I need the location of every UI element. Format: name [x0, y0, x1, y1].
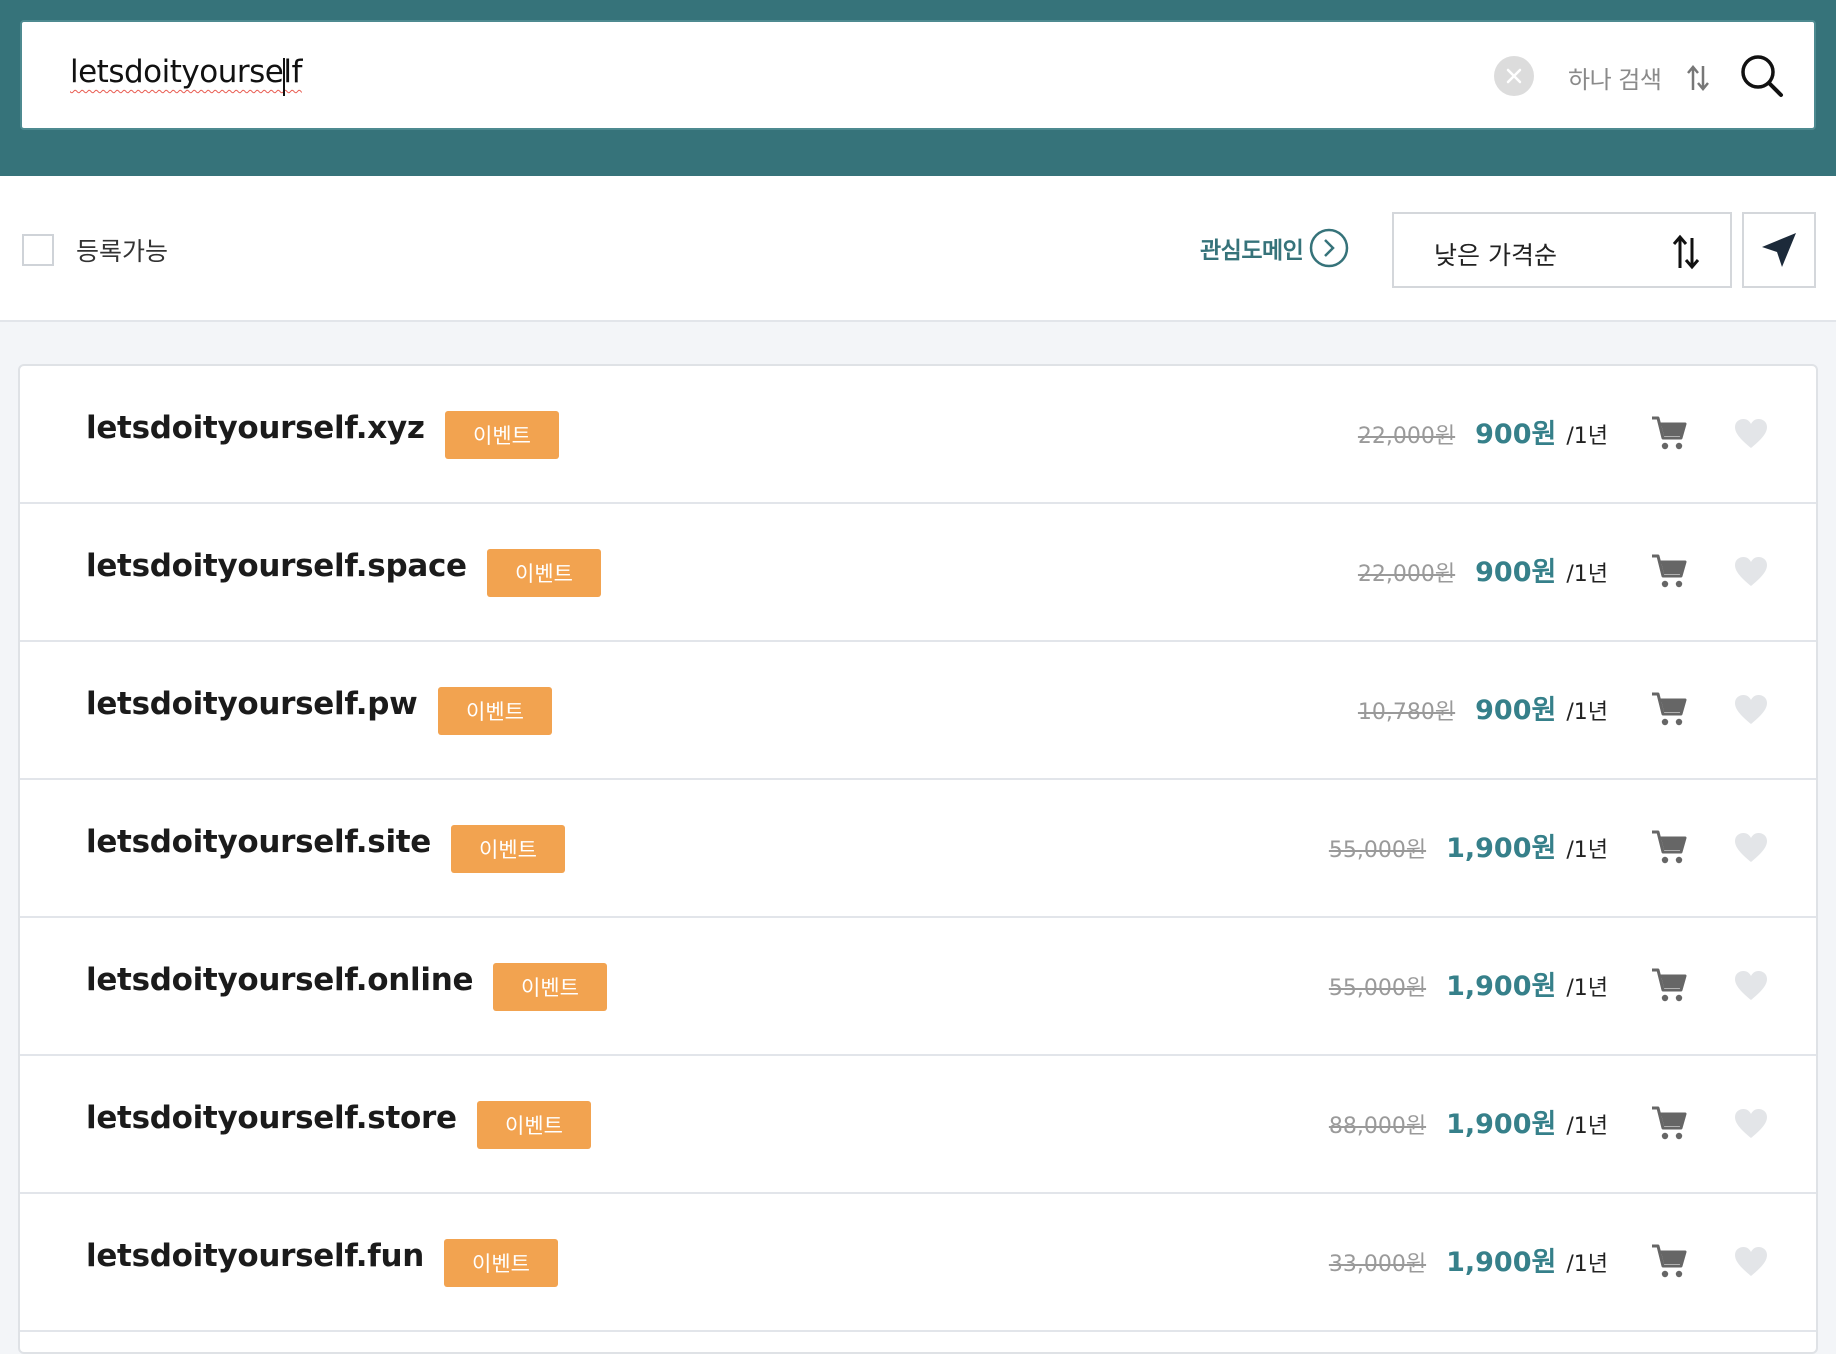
clear-search-button[interactable]: [1494, 56, 1534, 96]
swap-arrows-icon[interactable]: [1686, 64, 1710, 92]
price-group: 55,000원 1,900원 /1년: [1329, 964, 1608, 1003]
cart-icon[interactable]: [1650, 414, 1688, 452]
original-price: 55,000원: [1328, 976, 1427, 1001]
domain-name[interactable]: letsdoityourself.xyz: [86, 410, 425, 446]
heart-icon[interactable]: [1734, 694, 1768, 726]
price-group: 22,000원 900원 /1년: [1358, 550, 1608, 589]
original-price: 55,000원: [1328, 838, 1427, 863]
cart-icon[interactable]: [1650, 552, 1688, 590]
single-search-toggle[interactable]: 하나 검색: [1568, 60, 1662, 95]
price-group: 33,000원 1,900원 /1년: [1329, 1240, 1608, 1279]
cart-icon[interactable]: [1650, 828, 1688, 866]
share-button[interactable]: [1742, 212, 1816, 288]
event-badge: 이벤트: [444, 1239, 558, 1287]
domain-row[interactable]: letsdoityourself.xyz 이벤트 22,000원 900원 /1…: [20, 366, 1816, 504]
cart-icon[interactable]: [1650, 1104, 1688, 1142]
search-query-text[interactable]: letsdoityourself: [70, 54, 302, 90]
sort-selected-value: 낮은 가격순: [1434, 241, 1557, 270]
domain-name[interactable]: letsdoityourself.fun: [86, 1238, 424, 1274]
sale-price: 1,900원: [1446, 1247, 1557, 1278]
domain-row[interactable]: letsdoityourself.fun 이벤트 33,000원 1,900원 …: [20, 1194, 1816, 1332]
event-badge: 이벤트: [451, 825, 565, 873]
heart-icon[interactable]: [1734, 1108, 1768, 1140]
price-group: 88,000원 1,900원 /1년: [1329, 1102, 1608, 1141]
search-header: letsdoityourself 하나 검색: [0, 0, 1836, 176]
event-badge: 이벤트: [493, 963, 607, 1011]
sale-price: 900원: [1475, 695, 1557, 726]
cart-icon[interactable]: [1650, 966, 1688, 1004]
sale-price: 900원: [1475, 557, 1557, 588]
domain-name[interactable]: letsdoityourself.space: [86, 548, 467, 584]
event-badge: 이벤트: [438, 687, 552, 735]
billing-period: /1년: [1566, 1114, 1608, 1139]
cart-icon[interactable]: [1650, 690, 1688, 728]
billing-period: /1년: [1566, 976, 1608, 1001]
chevron-right-circle-icon: [1310, 228, 1349, 268]
price-group: 10,780원 900원 /1년: [1358, 688, 1608, 727]
price-group: 22,000원 900원 /1년: [1358, 412, 1608, 451]
heart-icon[interactable]: [1734, 832, 1768, 864]
send-icon: [1762, 233, 1796, 267]
heart-icon[interactable]: [1734, 556, 1768, 588]
original-price: 88,000원: [1328, 1114, 1427, 1139]
original-price: 22,000원: [1357, 424, 1456, 449]
filter-bar: 등록가능 관심도메인 낮은 가격순: [0, 176, 1836, 322]
billing-period: /1년: [1566, 700, 1608, 725]
search-icon[interactable]: [1738, 52, 1786, 100]
original-price: 22,000원: [1357, 562, 1456, 587]
event-badge: 이벤트: [445, 411, 559, 459]
billing-period: /1년: [1566, 838, 1608, 863]
domain-row[interactable]: letsdoityourself.store 이벤트 88,000원 1,900…: [20, 1056, 1816, 1194]
sort-dropdown[interactable]: 낮은 가격순: [1392, 212, 1732, 288]
search-input[interactable]: letsdoityourself 하나 검색: [20, 20, 1816, 130]
original-price: 33,000원: [1328, 1252, 1427, 1277]
heart-icon[interactable]: [1734, 418, 1768, 450]
text-caret: [283, 58, 285, 96]
sale-price: 1,900원: [1446, 833, 1557, 864]
domain-row[interactable]: letsdoityourself.online 이벤트 55,000원 1,90…: [20, 918, 1816, 1056]
domain-name[interactable]: letsdoityourself.store: [86, 1100, 457, 1136]
favorites-link[interactable]: 관심도메인: [1200, 228, 1349, 268]
domain-name[interactable]: letsdoityourself.site: [86, 824, 431, 860]
domain-name[interactable]: letsdoityourself.online: [86, 962, 474, 998]
event-badge: 이벤트: [477, 1101, 591, 1149]
domain-results-list: letsdoityourself.xyz 이벤트 22,000원 900원 /1…: [18, 364, 1818, 1354]
domain-row[interactable]: letsdoityourself.pw 이벤트 10,780원 900원 /1년: [20, 642, 1816, 780]
billing-period: /1년: [1566, 562, 1608, 587]
sale-price: 1,900원: [1446, 971, 1557, 1002]
billing-period: /1년: [1566, 424, 1608, 449]
heart-icon[interactable]: [1734, 1246, 1768, 1278]
heart-icon[interactable]: [1734, 970, 1768, 1002]
domain-row[interactable]: letsdoityourself.space 이벤트 22,000원 900원 …: [20, 504, 1816, 642]
sale-price: 1,900원: [1446, 1109, 1557, 1140]
close-icon: [1506, 68, 1522, 84]
event-badge: 이벤트: [487, 549, 601, 597]
cart-icon[interactable]: [1650, 1242, 1688, 1280]
available-only-label[interactable]: 등록가능: [76, 232, 168, 268]
favorites-link-label: 관심도메인: [1200, 238, 1304, 264]
original-price: 10,780원: [1357, 700, 1456, 725]
sale-price: 900원: [1475, 419, 1557, 450]
domain-name[interactable]: letsdoityourself.pw: [86, 686, 418, 722]
sort-arrows-icon: [1672, 234, 1700, 270]
domain-row[interactable]: letsdoityourself.site 이벤트 55,000원 1,900원…: [20, 780, 1816, 918]
price-group: 55,000원 1,900원 /1년: [1329, 826, 1608, 865]
billing-period: /1년: [1566, 1252, 1608, 1277]
available-only-checkbox[interactable]: [22, 234, 54, 266]
